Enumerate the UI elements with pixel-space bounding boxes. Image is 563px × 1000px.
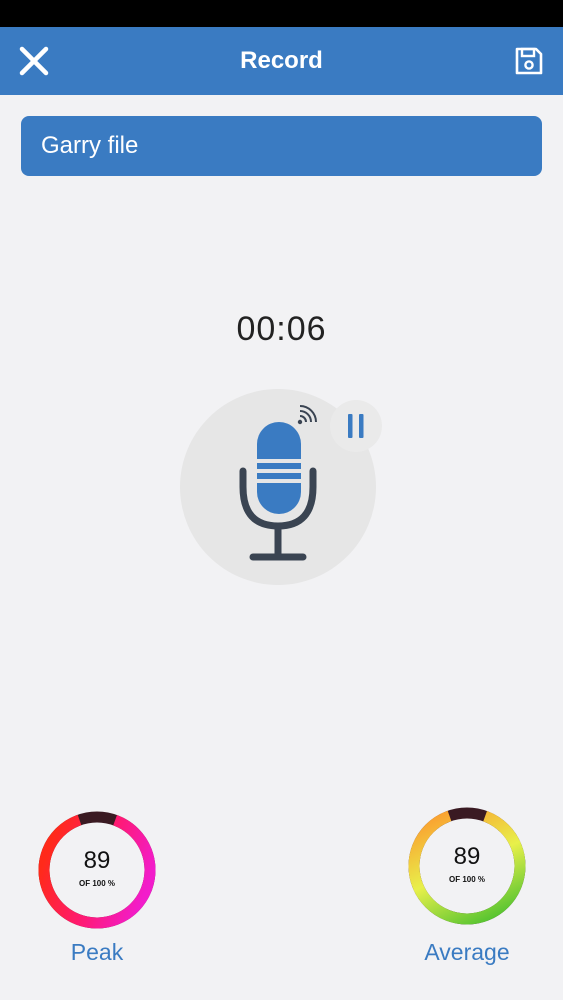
recording-timer: 00:06 <box>236 310 327 348</box>
peak-value: 89 <box>83 847 111 874</box>
pause-button[interactable] <box>330 400 382 452</box>
recording-name-text: Garry file <box>41 132 139 159</box>
peak-gauge: 89 OF 100 % <box>36 809 158 931</box>
close-button[interactable] <box>14 41 54 81</box>
average-gauge: 89 OF 100 % <box>406 805 528 927</box>
peak-caption: Peak <box>70 939 124 965</box>
average-value: 89 <box>453 843 481 870</box>
average-caption: Average <box>424 939 510 965</box>
app-bar: Record <box>0 27 563 95</box>
close-icon <box>19 46 49 76</box>
peak-of-label: OF 100 % <box>78 879 115 888</box>
status-bar <box>0 0 563 27</box>
recording-name-field[interactable]: Garry file <box>21 116 542 176</box>
signal-icon <box>297 405 317 425</box>
save-button[interactable] <box>511 43 547 79</box>
page-title: Record <box>240 47 323 74</box>
average-of-label: OF 100 % <box>448 875 485 884</box>
save-icon <box>515 47 543 75</box>
pause-icon <box>348 414 364 438</box>
